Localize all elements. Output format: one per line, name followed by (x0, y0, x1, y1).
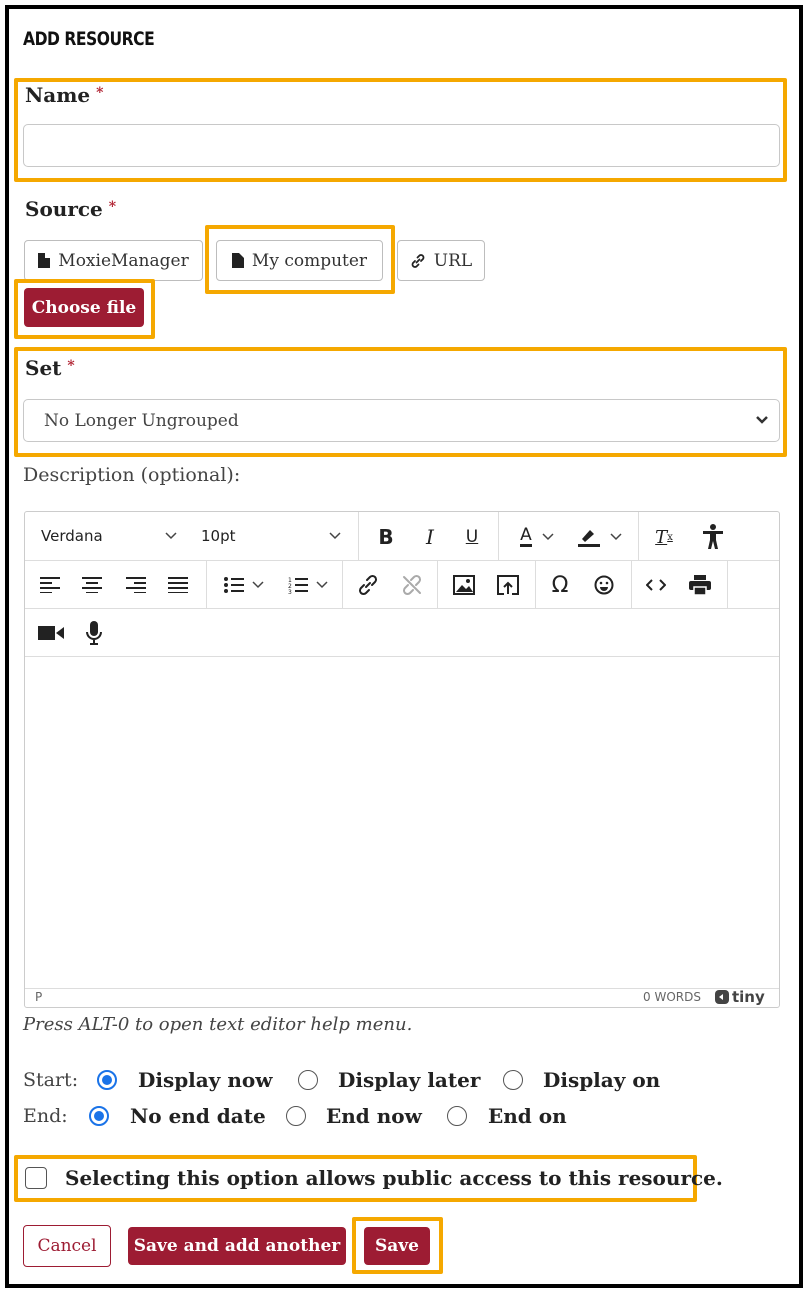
start-display-on-label: Display on (543, 1068, 661, 1092)
end-no-end-date-label: No end date (130, 1104, 266, 1128)
text-color-icon[interactable]: A (509, 520, 565, 554)
emoji-icon[interactable] (587, 568, 621, 602)
choose-file-button[interactable]: Choose file (24, 288, 144, 327)
highlight-icon[interactable] (571, 520, 629, 554)
end-on-label: End on (488, 1104, 567, 1128)
chevron-down-icon (756, 416, 768, 424)
unlink-icon[interactable] (395, 568, 429, 602)
start-display-later-radio[interactable] (298, 1070, 318, 1090)
start-display-later-label: Display later (338, 1068, 481, 1092)
print-icon[interactable] (683, 568, 717, 602)
name-label: Name * (25, 83, 104, 107)
italic-icon[interactable]: I (413, 520, 447, 554)
video-icon[interactable] (33, 616, 69, 650)
bullet-list-icon[interactable] (215, 568, 273, 602)
tiny-logo-icon (715, 990, 729, 1004)
clear-format-icon[interactable]: Tx (647, 520, 681, 554)
public-access-checkbox[interactable] (25, 1167, 47, 1189)
rich-text-editor: Verdana 10pt B I U A Tx 123 Ω P 0 WORDS … (24, 511, 780, 1008)
link-icon (411, 253, 425, 268)
chevron-down-icon (329, 532, 341, 540)
accessibility-icon[interactable] (695, 520, 731, 554)
file-icon (231, 253, 244, 268)
save-button[interactable]: Save (364, 1227, 430, 1265)
editor-help-text: Press ALT-0 to open text editor help men… (23, 1014, 413, 1035)
public-access-label: Selecting this option allows public acce… (65, 1166, 723, 1190)
bold-icon[interactable]: B (369, 520, 403, 554)
start-label: Start: (23, 1069, 79, 1091)
file-icon (38, 253, 51, 268)
align-right-icon[interactable] (119, 568, 153, 602)
description-label: Description (optional): (23, 464, 241, 486)
source-my-computer-button[interactable]: My computer (216, 240, 383, 281)
end-now-radio[interactable] (286, 1106, 306, 1126)
tiny-logo: tiny (715, 988, 765, 1006)
save-and-add-another-button[interactable]: Save and add another (128, 1227, 346, 1265)
end-label: End: (23, 1105, 68, 1127)
justify-icon[interactable] (161, 568, 195, 602)
chevron-down-icon (165, 532, 177, 540)
font-family-select[interactable]: Verdana (29, 518, 189, 554)
special-char-icon[interactable]: Ω (543, 568, 577, 602)
cancel-button[interactable]: Cancel (23, 1225, 111, 1267)
font-size-select[interactable]: 10pt (191, 518, 351, 554)
end-no-end-date-radio[interactable] (89, 1106, 109, 1126)
mic-icon[interactable] (77, 616, 111, 650)
end-now-label: End now (326, 1104, 422, 1128)
start-display-on-radio[interactable] (503, 1070, 523, 1090)
end-on-radio[interactable] (447, 1106, 467, 1126)
align-center-icon[interactable] (75, 568, 109, 602)
set-label: Set * (25, 356, 75, 380)
image-icon[interactable] (447, 568, 481, 602)
align-left-icon[interactable] (33, 568, 67, 602)
underline-icon[interactable]: U (455, 520, 489, 554)
word-count: 0 WORDS (643, 990, 701, 1004)
numbered-list-icon[interactable]: 123 (279, 568, 337, 602)
svg-text:3: 3 (288, 589, 292, 594)
set-select[interactable]: No Longer Ungrouped (23, 399, 780, 442)
editor-path: P (35, 990, 43, 1004)
source-url-button[interactable]: URL (397, 240, 485, 281)
page-title: ADD RESOURCE (23, 28, 155, 50)
start-display-now-radio[interactable] (97, 1070, 117, 1090)
start-display-now-label: Display now (138, 1068, 273, 1092)
source-label: Source * (25, 197, 117, 221)
source-moxiemanager-button[interactable]: MoxieManager (24, 240, 203, 281)
code-icon[interactable] (639, 568, 673, 602)
upload-icon[interactable] (491, 568, 525, 602)
name-input[interactable] (23, 124, 780, 167)
link-icon[interactable] (351, 568, 385, 602)
